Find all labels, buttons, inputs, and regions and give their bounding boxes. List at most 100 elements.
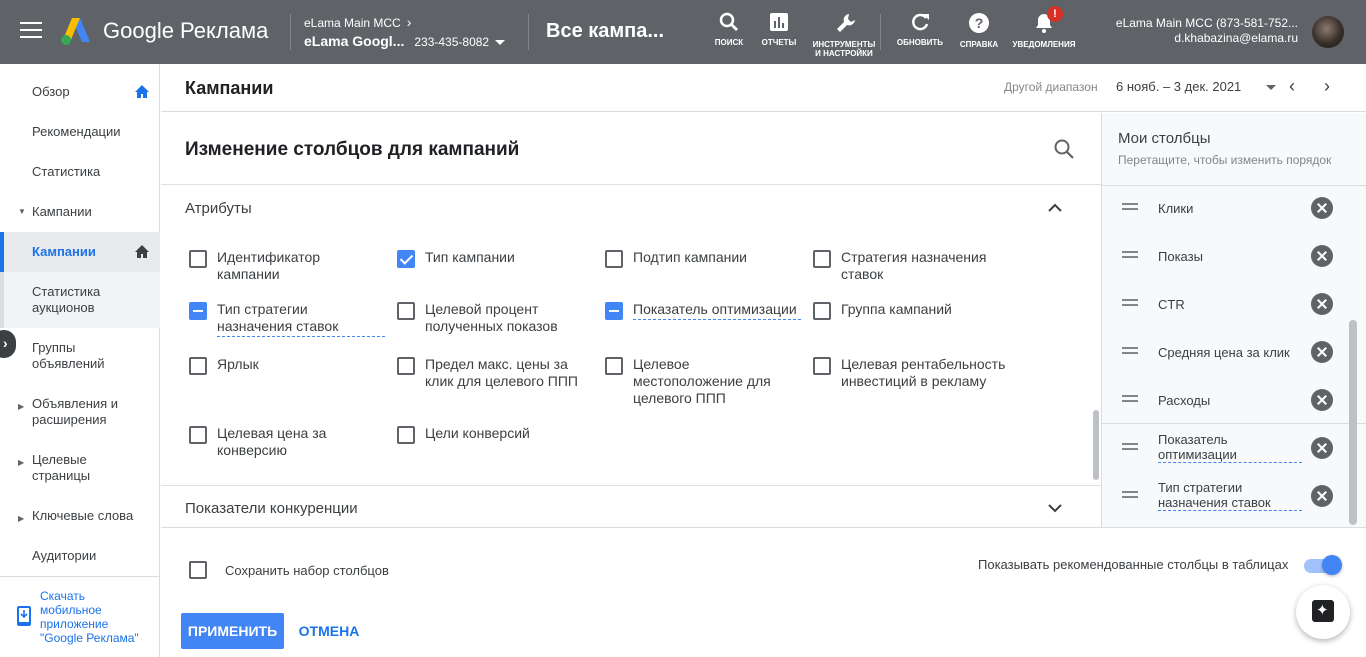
column-item-bid-strategy-type[interactable]: Тип стратегии назначения ставок [1102, 479, 1366, 513]
menu-icon[interactable] [20, 22, 42, 42]
google-ads-logo-icon [61, 18, 90, 45]
search-tool-button[interactable]: ПОИСК [708, 12, 750, 47]
caret-down-icon[interactable] [1266, 85, 1276, 90]
sidebar-item-campaigns-group[interactable]: ▼ Кампании [0, 204, 160, 220]
option-campaign-group[interactable]: Группа кампаний [813, 301, 1013, 321]
sidebar-item-recommendations[interactable]: Рекомендации [0, 124, 160, 140]
sidebar-item-auction-insights[interactable]: Статистика аукционов [0, 272, 160, 328]
checkbox-checked[interactable] [397, 250, 415, 268]
save-column-set-label[interactable]: Сохранить набор столбцов [225, 563, 389, 578]
sidebar-item-keywords[interactable]: ▶ Ключевые слова [0, 508, 160, 524]
next-period-button[interactable]: › [1324, 76, 1330, 97]
option-target-location[interactable]: Целевое местоположение для целевого ППП [605, 356, 805, 412]
avatar[interactable] [1312, 16, 1344, 48]
refresh-button[interactable]: ОБНОВИТЬ [893, 12, 947, 47]
page-header: Кампании Другой диапазон 6 нояб. – 3 дек… [161, 64, 1366, 112]
sidebar-item-audiences[interactable]: Аудитории [0, 548, 160, 564]
assistant-fab-button[interactable] [1296, 585, 1350, 639]
column-item-optimization-score[interactable]: Показатель оптимизации [1102, 431, 1366, 465]
mobile-app-promo: Скачать мобильное приложение "Google Рек… [0, 576, 160, 657]
drag-handle-icon[interactable] [1122, 203, 1138, 213]
reports-tool-button[interactable]: ОТЧЕТЫ [757, 12, 801, 47]
remove-icon[interactable] [1311, 389, 1333, 411]
option-bid-strategy-type[interactable]: Тип стратегии назначения ставок [189, 301, 389, 341]
sidebar-item-ad-groups[interactable]: Группы объявлений [0, 340, 160, 372]
sidebar-item-ads-extensions[interactable]: ▶ Объявления и расширения [0, 396, 160, 428]
option-target-impression-share[interactable]: Целевой процент полученных показов [397, 301, 597, 341]
bar-chart-icon [770, 13, 788, 31]
drag-handle-icon[interactable] [1122, 443, 1138, 453]
option-target-roas[interactable]: Целевая рентабельность инвестиций в рекл… [813, 356, 1023, 396]
column-item-avg-cpc[interactable]: Средняя цена за клик [1102, 341, 1366, 363]
remove-icon[interactable] [1311, 293, 1333, 315]
remove-icon[interactable] [1311, 245, 1333, 267]
checkbox[interactable] [189, 357, 207, 375]
column-item-impressions[interactable]: Показы [1102, 245, 1366, 267]
option-campaign-type[interactable]: Тип кампании [397, 249, 597, 269]
mcc-label[interactable]: eLama Main MCC [304, 16, 401, 30]
sidebar-item-campaigns[interactable]: Кампании [0, 232, 160, 272]
option-bid-strategy[interactable]: Стратегия назначения ставок [813, 249, 1023, 289]
drag-handle-icon[interactable] [1122, 491, 1138, 501]
chevron-down-icon[interactable] [1045, 498, 1065, 518]
tools-settings-button[interactable]: ИНСТРУМЕНТЫ И НАСТРОЙКИ [812, 12, 880, 58]
checkbox[interactable] [189, 426, 207, 444]
option-campaign-subtype[interactable]: Подтип кампании [605, 249, 805, 269]
checkbox[interactable] [397, 302, 415, 320]
checkbox[interactable] [605, 250, 623, 268]
column-item-cost[interactable]: Расходы [1102, 389, 1366, 411]
home-icon [135, 245, 149, 258]
cancel-button[interactable]: ОТМЕНА [293, 613, 365, 649]
account-name[interactable]: eLama Googl... [304, 33, 404, 49]
checkbox[interactable] [397, 426, 415, 444]
save-column-set-checkbox[interactable] [189, 561, 207, 579]
options-scrollbar[interactable] [1093, 410, 1099, 480]
option-campaign-id[interactable]: Идентификатор кампании [189, 249, 389, 289]
checkbox-indeterminate[interactable] [605, 302, 623, 320]
remove-icon[interactable] [1311, 485, 1333, 507]
sparkle-icon [1312, 600, 1334, 622]
column-item-clicks[interactable]: Клики [1102, 197, 1366, 219]
user-account: eLama Main MCC (873-581-752... [1115, 16, 1298, 30]
checkbox[interactable] [605, 357, 623, 375]
previous-period-button[interactable]: ‹ [1289, 76, 1295, 97]
option-target-cpa[interactable]: Целевая цена за конверсию [189, 425, 389, 465]
remove-icon[interactable] [1311, 437, 1333, 459]
remove-icon[interactable] [1311, 341, 1333, 363]
date-range-selector[interactable]: 6 нояб. – 3 дек. 2021 [1116, 79, 1241, 94]
caret-down-icon[interactable] [495, 39, 506, 45]
option-label-tag[interactable]: Ярлык [189, 356, 389, 376]
sidebar-item-landing-pages[interactable]: ▶ Целевые страницы [0, 452, 160, 484]
remove-icon[interactable] [1311, 197, 1333, 219]
checkbox[interactable] [813, 250, 831, 268]
sidebar-item-overview[interactable]: Обзор [0, 84, 160, 100]
section-competition-metrics[interactable]: Показатели конкуренции [161, 485, 1101, 527]
user-account-info[interactable]: eLama Main MCC (873-581-752... d.khabazi… [1116, 16, 1298, 46]
sidebar-item-label: Ключевые слова [32, 508, 134, 523]
section-attributes[interactable]: Атрибуты [161, 186, 1101, 230]
apply-button[interactable]: ПРИМЕНИТЬ [181, 613, 284, 649]
sidebar-item-statistics[interactable]: Статистика [0, 164, 160, 180]
columns-scrollbar[interactable] [1349, 320, 1357, 525]
drag-handle-icon[interactable] [1122, 251, 1138, 261]
mobile-app-link[interactable]: Скачать мобильное приложение "Google Рек… [40, 589, 150, 645]
toggle-knob[interactable] [1322, 555, 1342, 575]
option-max-cpc-limit[interactable]: Предел макс. цены за клик для целевого П… [397, 356, 597, 396]
checkbox-indeterminate[interactable] [189, 302, 207, 320]
checkbox[interactable] [813, 302, 831, 320]
option-conversion-goals[interactable]: Цели конверсий [397, 425, 597, 445]
drag-handle-icon[interactable] [1122, 395, 1138, 405]
checkbox[interactable] [189, 250, 207, 268]
drag-handle-icon[interactable] [1122, 347, 1138, 357]
checkbox[interactable] [813, 357, 831, 375]
checkbox[interactable] [397, 357, 415, 375]
column-item-ctr[interactable]: CTR [1102, 293, 1366, 315]
chevron-up-icon[interactable] [1045, 198, 1065, 218]
notifications-button[interactable]: ! УВЕДОМЛЕНИЯ [1012, 6, 1076, 49]
panel-title: Мои столбцы [1118, 130, 1211, 147]
option-optimization-score[interactable]: Показатель оптимизации [605, 301, 805, 341]
drag-handle-icon[interactable] [1122, 299, 1138, 309]
help-button[interactable]: ? СПРАВКА [956, 12, 1002, 49]
account-switcher[interactable]: eLama Main MCC › eLama Googl... 233-435-80… [304, 14, 524, 49]
search-icon[interactable] [1053, 138, 1075, 160]
